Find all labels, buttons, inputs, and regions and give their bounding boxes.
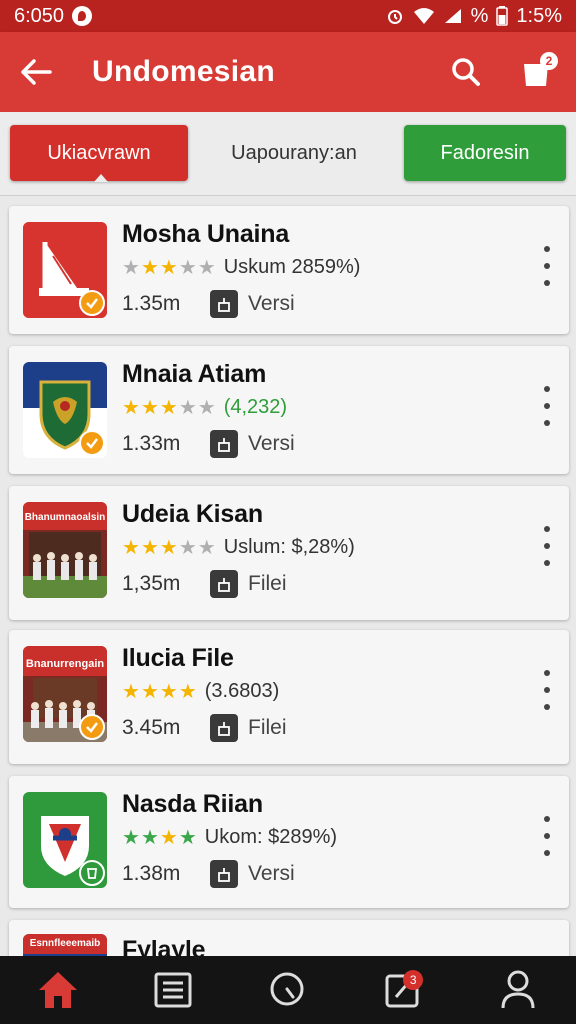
nav-list[interactable] — [133, 956, 213, 1024]
verified-badge-icon — [79, 714, 105, 740]
search-icon — [452, 58, 480, 86]
back-button[interactable] — [16, 52, 56, 92]
list-item[interactable]: Mosha Unaina ★ ★ ★ ★ ★ Uskum 2859%) 1.35m Ve… — [9, 206, 569, 334]
list-item[interactable]: Esnnfleeemaib Fylayle — [9, 920, 569, 956]
status-right: % 1:5% — [385, 5, 562, 28]
file-type: Versi — [248, 292, 295, 315]
search-icon — [270, 972, 304, 1006]
app-title: Fylayle — [122, 936, 206, 956]
rating-text: Uslum: $,28%) — [223, 536, 355, 558]
list-item[interactable]: Nasda Riian ★ ★ ★ ★ Ukom: $289%) 1.38m Vers… — [9, 776, 569, 908]
file-size: 1.35m — [122, 292, 181, 315]
meta-row: 1.35m Versi — [122, 290, 295, 318]
file-type: Versi — [248, 862, 295, 885]
meta-row: 1.38m Versi — [122, 860, 295, 888]
crowd-photo-icon: Esnnfleeemaib — [23, 934, 107, 956]
rating-row: ★ ★ ★ ★ ★ (4,232) — [122, 396, 287, 419]
nav-search[interactable] — [248, 956, 328, 1024]
file-type: Filei — [248, 716, 287, 739]
meta-row: 3.45m Filei — [122, 714, 287, 742]
nav-profile[interactable] — [478, 956, 558, 1024]
lock-icon — [210, 290, 238, 318]
tab-uapourany[interactable]: Uapourany:an — [204, 125, 384, 181]
battery-icon — [496, 6, 509, 26]
icon-banner-text: Bhanumnaoalsin — [24, 512, 106, 523]
file-size: 1,35m — [122, 572, 181, 595]
lock-icon — [210, 860, 238, 888]
page-title: Undomesian — [92, 55, 276, 88]
status-time: 6:050 — [14, 4, 65, 27]
star-rating: ★ ★ ★ ★ — [122, 680, 197, 703]
crowd-photo-icon: Bnanurrengain — [23, 646, 107, 742]
list-icon — [154, 972, 192, 1008]
more-options-button[interactable] — [537, 246, 557, 286]
battery-label: % — [470, 4, 489, 27]
bottom-navigation: 3 — [0, 956, 576, 1024]
icon-banner-text: Esnnfleeemaib — [29, 938, 101, 949]
status-left: 6:050 — [14, 4, 93, 28]
file-type: Filei — [248, 572, 287, 595]
rating-row: ★ ★ ★ ★ ★ Uskum 2859%) — [122, 256, 360, 279]
app-title: Nasda Riian — [122, 790, 263, 818]
status-bar: 6:050 % 1:5% — [0, 0, 576, 32]
star-rating: ★ ★ ★ ★ ★ — [122, 536, 216, 559]
app-list: Mosha Unaina ★ ★ ★ ★ ★ Uskum 2859%) 1.35m Ve… — [0, 196, 576, 956]
rating-text: Uskum 2859%) — [223, 256, 361, 278]
file-size: 1.33m — [122, 432, 181, 455]
more-options-button[interactable] — [537, 670, 557, 710]
meta-row: 1.33m Versi — [122, 430, 295, 458]
verified-badge-icon — [79, 430, 105, 456]
green-crest-icon — [23, 792, 107, 888]
lock-icon — [210, 714, 238, 742]
file-size: 3.45m — [122, 716, 181, 739]
shield-crest-icon — [23, 362, 107, 458]
arrow-back-icon — [21, 59, 52, 85]
verified-badge-icon — [79, 290, 105, 316]
search-button[interactable] — [442, 48, 490, 96]
home-icon — [38, 972, 77, 1008]
rating-row: ★ ★ ★ ★ (3.6803) — [122, 680, 279, 703]
nav-home[interactable] — [18, 956, 98, 1024]
rating-row: ★ ★ ★ ★ Ukom: $289%) — [122, 826, 337, 849]
profile-icon — [501, 970, 535, 1009]
rating-text: Ukom: $289%) — [204, 826, 338, 848]
app-title: Mosha Unaina — [122, 220, 290, 248]
crowd-photo-icon: Bhanumnaoalsin — [23, 502, 107, 598]
app-bar: Undomesian 2 — [0, 32, 576, 112]
wifi-icon — [413, 8, 434, 24]
list-item[interactable]: Bhanumnaoalsin Udeia Kisan ★ ★ ★ ★ ★ Uslum: … — [9, 486, 569, 620]
more-options-button[interactable] — [537, 816, 557, 856]
file-size: 1.38m — [122, 862, 181, 885]
file-type: Versi — [248, 432, 295, 455]
meta-row: 1,35m Filei — [122, 570, 287, 598]
star-rating: ★ ★ ★ ★ ★ — [122, 396, 216, 419]
alarm-icon — [387, 10, 402, 24]
app-title: Udeia Kisan — [122, 500, 263, 528]
more-options-button[interactable] — [537, 386, 557, 426]
star-rating: ★ ★ ★ ★ — [122, 826, 197, 849]
rating-text: (3.6803) — [204, 680, 280, 702]
filter-tabs: Ukiacvrawn Uapourany:an Fadoresin — [0, 112, 576, 307]
more-options-button[interactable] — [537, 526, 557, 566]
list-item[interactable]: Bnanurrengain Ilucia File ★ ★ ★ ★ (3.6803) … — [9, 630, 569, 764]
cup-badge-icon — [79, 860, 105, 886]
tab-ukiacvrawn[interactable]: Ukiacvrawn — [10, 125, 188, 182]
signal-icon — [444, 9, 461, 23]
rating-text: (4,232) — [223, 396, 288, 418]
notification-icon — [72, 6, 93, 26]
app-title: Ilucia File — [122, 644, 234, 672]
cart-button[interactable]: 2 — [512, 48, 560, 96]
battery-percent: 1:5% — [516, 4, 562, 27]
nav-edit[interactable]: 3 — [363, 956, 443, 1024]
list-item[interactable]: Mnaia Atiam ★ ★ ★ ★ ★ (4,232) 1.33m Versi — [9, 346, 569, 474]
lock-icon — [210, 430, 238, 458]
rating-row: ★ ★ ★ ★ ★ Uslum: $,28%) — [122, 536, 355, 559]
star-rating: ★ ★ ★ ★ ★ — [122, 256, 216, 279]
icon-banner-text: Bnanurrengain — [25, 658, 105, 670]
cart-badge: 2 — [540, 52, 558, 70]
tab-fadoresin[interactable]: Fadoresin — [404, 125, 566, 181]
lock-icon — [210, 570, 238, 598]
tablet-stand-icon — [23, 222, 107, 318]
app-title: Mnaia Atiam — [122, 360, 267, 388]
